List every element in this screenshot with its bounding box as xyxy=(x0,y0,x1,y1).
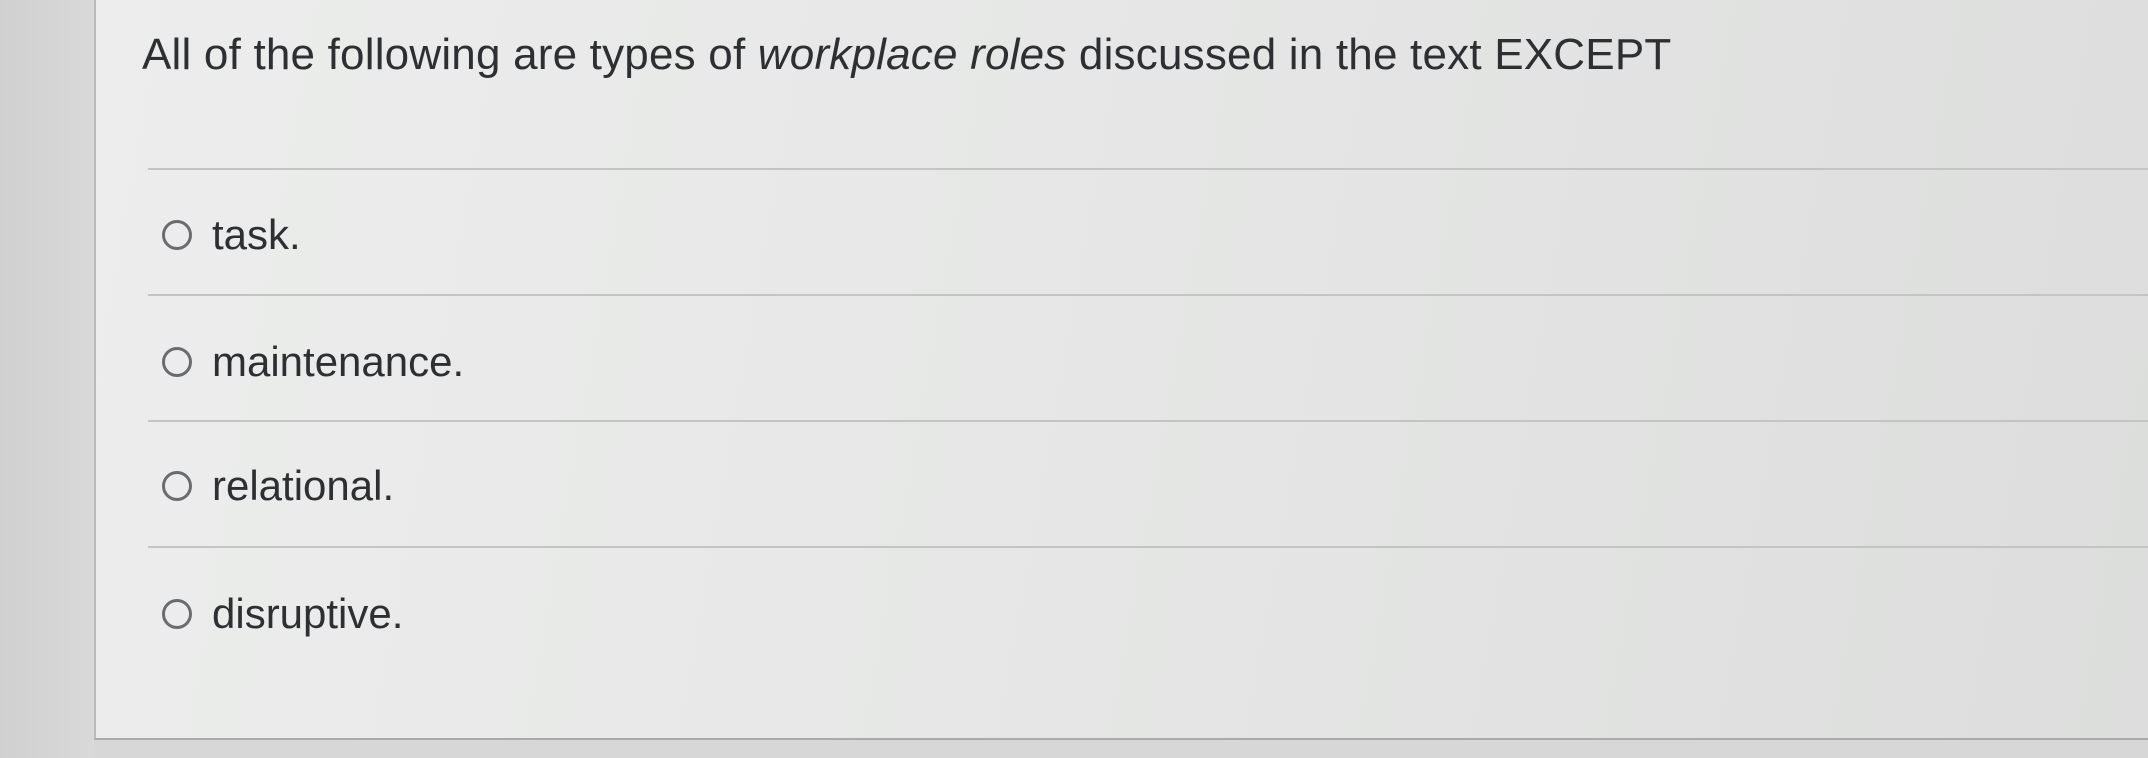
answer-option-label: maintenance. xyxy=(212,338,465,385)
left-gutter xyxy=(0,0,94,758)
answer-option-task[interactable]: task. xyxy=(162,207,301,263)
divider xyxy=(148,294,2148,296)
question-suffix: discussed in the text EXCEPT xyxy=(1066,30,1672,79)
divider xyxy=(148,168,2148,170)
answer-option-label: relational. xyxy=(212,462,395,509)
radio-button-icon[interactable] xyxy=(162,220,192,250)
answer-option-relational[interactable]: relational. xyxy=(162,458,394,514)
answer-option-label: task. xyxy=(212,211,301,258)
question-prefix: All of the following are types of xyxy=(142,30,758,79)
question-card: All of the following are types of workpl… xyxy=(94,0,2148,740)
radio-button-icon[interactable] xyxy=(162,599,192,629)
answer-option-label: disruptive. xyxy=(212,590,404,637)
question-emphasis: workplace roles xyxy=(757,30,1067,79)
question-prompt: All of the following are types of workpl… xyxy=(142,30,1671,80)
divider xyxy=(148,546,2148,548)
radio-button-icon[interactable] xyxy=(162,347,192,377)
divider xyxy=(148,420,2148,422)
answer-option-maintenance[interactable]: maintenance. xyxy=(162,334,464,390)
answer-option-disruptive[interactable]: disruptive. xyxy=(162,586,403,642)
radio-button-icon[interactable] xyxy=(162,471,192,501)
